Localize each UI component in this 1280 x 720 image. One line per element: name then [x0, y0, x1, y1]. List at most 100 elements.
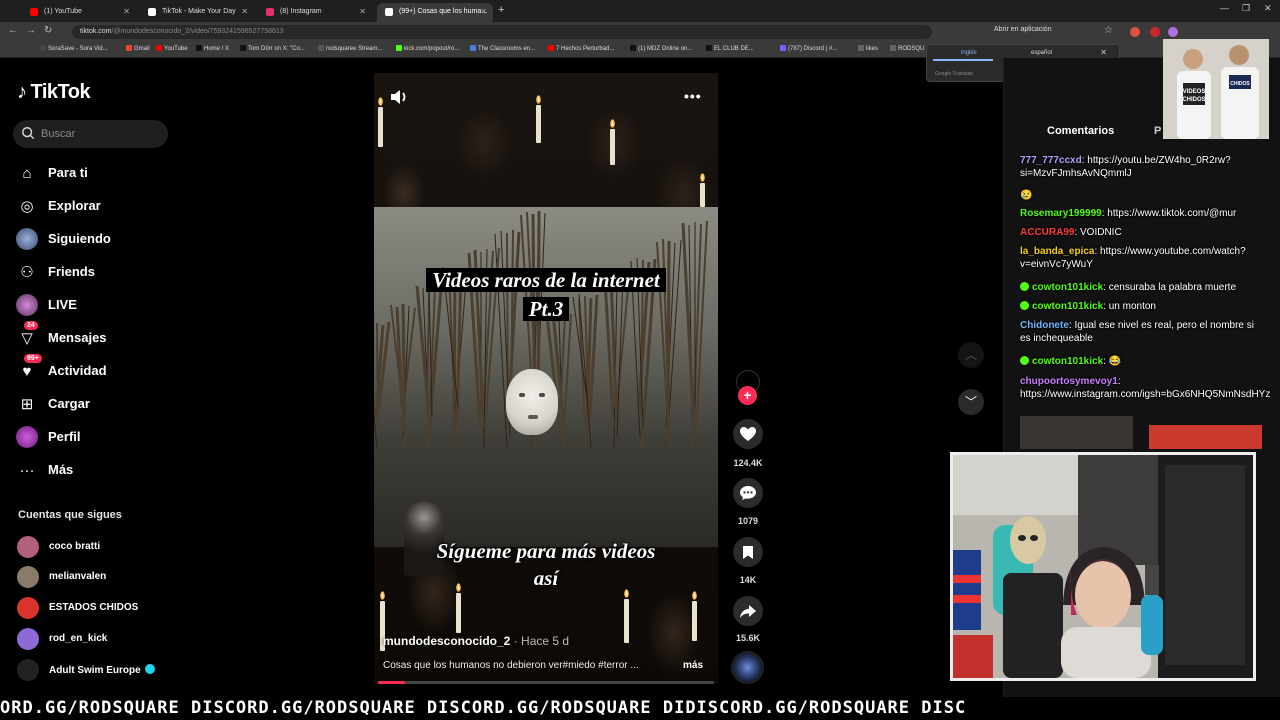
- sidebar-item-label: Siguiendo: [48, 231, 111, 246]
- tab-active-tiktok-video[interactable]: (99+) Cosas que los huma... ✕: [377, 3, 493, 22]
- bookmark-item[interactable]: likes: [858, 45, 878, 52]
- tab-other[interactable]: P: [1154, 125, 1161, 137]
- bookmark-favicon-icon: [780, 45, 786, 51]
- bookmark-item[interactable]: (1) MDZ Online on...: [630, 45, 692, 52]
- more-options-icon[interactable]: •••: [684, 88, 702, 104]
- chat-username: ACCURA99: [1020, 227, 1075, 238]
- sidebar-item-mensajes[interactable]: ▽ 24 Mensajes: [16, 321, 176, 351]
- sidebar-item-para-ti[interactable]: ⌂ Para ti: [16, 160, 176, 186]
- activity-icon: ♥: [22, 362, 32, 380]
- close-window-icon[interactable]: ✕: [1264, 3, 1272, 14]
- sidebar-item-explorar[interactable]: ◎ Explorar: [16, 193, 176, 219]
- bookmark-item[interactable]: kick.com/popout/ro...: [396, 45, 459, 52]
- save-button[interactable]: [733, 537, 763, 567]
- candle-image: [692, 601, 697, 641]
- music-disc-icon[interactable]: [731, 651, 764, 684]
- mask-eye: [519, 393, 525, 397]
- chat-message: cowton101kick: un monton: [1020, 300, 1260, 313]
- description-more-link[interactable]: más: [683, 660, 703, 671]
- following-account[interactable]: Adult Swim Europe: [17, 659, 217, 681]
- sidebar-item-perfil[interactable]: Perfil: [16, 424, 176, 450]
- author-name[interactable]: mundodesconocido_2: [383, 634, 510, 648]
- bookmark-item[interactable]: Tom Dörr on X: "Co...: [240, 45, 305, 52]
- following-account[interactable]: rod_en_kick: [17, 628, 217, 650]
- translate-to-language[interactable]: español: [1031, 50, 1052, 56]
- bookmark-label: 7 Hechos Perturbad...: [556, 46, 615, 52]
- sidebar-item-actividad[interactable]: ♥ 99+ Actividad: [16, 354, 176, 384]
- sidebar-item-live[interactable]: LIVE: [16, 292, 176, 318]
- comment-count: 1079: [737, 516, 759, 526]
- tiktok-logo[interactable]: ♪ TikTok: [17, 81, 91, 104]
- bookmark-item[interactable]: rodsquaree Stream...: [318, 45, 382, 52]
- bookmark-favicon-icon: [196, 45, 202, 51]
- new-tab-icon[interactable]: +: [498, 4, 504, 16]
- bookmark-item[interactable]: SoraSave - Sora Vid...: [40, 45, 108, 52]
- svg-text:CHIDOS: CHIDOS: [1182, 97, 1205, 103]
- separator: ·: [513, 634, 522, 648]
- sidebar-item-label: Para ti: [48, 165, 88, 180]
- bookmark-item[interactable]: YouTube: [156, 45, 188, 52]
- bookmark-item[interactable]: Home / X: [196, 45, 229, 52]
- tab-tiktok[interactable]: TikTok - Make Your Day ✕: [140, 3, 254, 22]
- back-icon[interactable]: ←: [8, 25, 18, 36]
- sidebar-item-friends[interactable]: ⚇ Friends: [16, 259, 176, 285]
- bookmark-item[interactable]: The Classrooms en...: [470, 45, 535, 52]
- bookmark-item[interactable]: (787) Discord | #...: [780, 45, 837, 52]
- sidebar-item-más[interactable]: ··· Más: [16, 457, 176, 483]
- extension-icon[interactable]: [1168, 27, 1178, 37]
- volume-icon[interactable]: [388, 86, 410, 108]
- candle-flame-image: [700, 173, 705, 182]
- next-video-chevron-down-icon[interactable]: ﹀: [958, 389, 984, 415]
- following-avatar-icon: [16, 228, 38, 250]
- chat-username: Chidonete: [1020, 320, 1069, 331]
- tab-comments[interactable]: Comentarios: [1047, 125, 1114, 137]
- forward-icon[interactable]: →: [26, 25, 36, 36]
- follow-plus-button[interactable]: +: [738, 386, 757, 405]
- bookmark-item[interactable]: EL CLUB DE...: [706, 45, 754, 52]
- previous-video-chevron-up-icon[interactable]: ︿: [958, 342, 984, 368]
- bookmark-item[interactable]: 7 Hechos Perturbad...: [548, 45, 614, 52]
- minimize-icon[interactable]: —: [1220, 3, 1229, 13]
- extension-icon[interactable]: [1150, 27, 1160, 37]
- video-player[interactable]: Videos raros de la internet Pt.3 Sígueme…: [374, 73, 718, 684]
- open-in-app-button[interactable]: Abrir en aplicación: [994, 26, 1052, 33]
- bookmark-label: EL CLUB DE...: [714, 46, 754, 52]
- following-account[interactable]: coco bratti: [17, 536, 217, 558]
- following-account[interactable]: melianvalen: [17, 566, 217, 588]
- chat-thumbnail-image: [1020, 416, 1133, 449]
- sidebar-item-cargar[interactable]: ⊞ Cargar: [16, 391, 176, 417]
- account-name-text: coco bratti: [49, 541, 101, 552]
- tab-youtube[interactable]: (1) YouTube ✕: [22, 3, 136, 22]
- share-button[interactable]: [733, 596, 763, 626]
- close-tab-icon[interactable]: ✕: [480, 7, 487, 16]
- close-tab-icon[interactable]: ✕: [359, 7, 366, 16]
- bookmark-star-icon[interactable]: ☆: [1104, 25, 1113, 36]
- bookmark-label: YouTube: [164, 46, 188, 52]
- like-count: 124.4K: [733, 458, 763, 468]
- avatar: [17, 536, 39, 558]
- close-tab-icon[interactable]: ✕: [123, 7, 130, 16]
- url-field[interactable]: tiktok.com/@mundodesconocido_2/video/759…: [72, 25, 932, 39]
- search-input[interactable]: [41, 126, 161, 142]
- webcam-overlay-top: VIDEOS CHIDOS CHIDOS: [1163, 39, 1269, 139]
- translate-from-language[interactable]: inglés: [961, 50, 977, 56]
- bookmark-item[interactable]: RODSQU: [890, 45, 924, 52]
- extension-icon[interactable]: [1130, 27, 1140, 37]
- sidebar-item-label: Actividad: [48, 363, 107, 378]
- reed-stroke: [376, 322, 379, 428]
- maximize-icon[interactable]: ❐: [1242, 3, 1250, 14]
- like-button[interactable]: [733, 419, 763, 449]
- close-tab-icon[interactable]: ✕: [241, 7, 248, 16]
- sidebar-item-label: Friends: [48, 264, 95, 279]
- tab-instagram[interactable]: (8) Instagram ✕: [258, 3, 372, 22]
- chat-message: ACCURA99: VOIDNIC: [1020, 226, 1260, 239]
- sidebar-item-siguiendo[interactable]: Siguiendo: [16, 226, 176, 252]
- more-dots-icon: ···: [19, 461, 35, 479]
- comment-button[interactable]: [733, 478, 763, 508]
- following-account[interactable]: ESTADOS CHIDOS: [17, 597, 217, 619]
- avatar: [17, 659, 39, 681]
- video-progress-bar[interactable]: [378, 681, 714, 684]
- close-translate-icon[interactable]: ✕: [1100, 48, 1107, 57]
- bookmark-item[interactable]: Gmail: [126, 45, 150, 52]
- reload-icon[interactable]: ↻: [44, 25, 52, 36]
